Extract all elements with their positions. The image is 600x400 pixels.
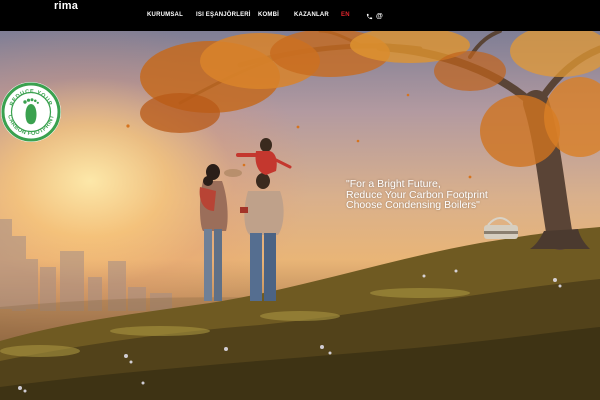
autumn-foliage bbox=[140, 31, 600, 167]
quote-line-3: Choose Condensing Boilers" bbox=[346, 199, 480, 211]
hero-quote: "For a Bright Future, Reduce Your Carbon… bbox=[346, 179, 488, 211]
nav-item-isi-esanjorleri[interactable]: ISI EŞANJÖRLERİ bbox=[196, 12, 251, 18]
family-figure bbox=[199, 138, 292, 301]
quote-line-1: "For a Bright Future, bbox=[346, 178, 441, 190]
phone-icon[interactable] bbox=[366, 7, 373, 25]
nav-item-kurumsal[interactable]: KURUMSAL bbox=[147, 12, 183, 18]
carbon-footprint-badge[interactable]: REDUCE YOUR CARBON FOOTPRINT bbox=[0, 81, 62, 143]
nav-item-kombi[interactable]: KOMBİ bbox=[258, 12, 279, 18]
at-icon[interactable]: @ bbox=[376, 13, 383, 20]
city-skyline bbox=[0, 219, 172, 311]
hero-scene-illustration bbox=[0, 31, 600, 400]
nav-item-kazanlar[interactable]: KAZANLAR bbox=[294, 12, 329, 18]
picnic-basket bbox=[484, 217, 518, 239]
brand-logo[interactable]: rima bbox=[54, 0, 78, 12]
contact-links: @ bbox=[366, 11, 383, 21]
hero-banner: REDUCE YOUR CARBON FOOTPRINT "For a Brig… bbox=[0, 31, 600, 400]
top-navigation-bar: rima KURUMSAL ISI EŞANJÖRLERİ KOMBİ KAZA… bbox=[0, 0, 600, 31]
language-switch-en[interactable]: EN bbox=[341, 12, 350, 18]
